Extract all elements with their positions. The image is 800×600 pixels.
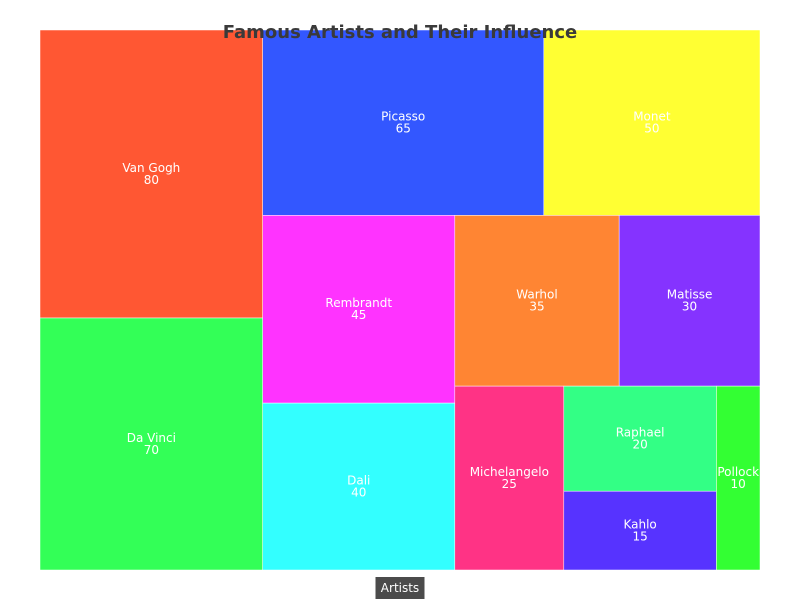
tile-value-michelangelo: 25 [502,477,517,491]
tile-rembrandt[interactable]: Rembrandt45 [262,215,456,404]
tile-warhol[interactable]: Warhol35 [454,215,620,387]
chart-title: Famous Artists and Their Influence [223,22,577,43]
tile-pollock[interactable]: Pollock10 [716,385,761,571]
tile-value-monet: 50 [644,122,659,136]
tile-value-da-vinci: 70 [144,443,159,457]
root-breadcrumb-label: Artists [381,581,419,595]
treemap-tiles: Van Gogh80Da Vinci70 Picasso65Monet50 Remb… [39,29,761,571]
tile-picasso[interactable]: Picasso65 [262,29,545,216]
tile-value-matisse: 30 [682,300,697,314]
tile-value-kahlo: 15 [632,530,647,544]
tile-da-vinci[interactable]: Da Vinci70 [39,317,263,571]
treemap-chart: Van Gogh80Da Vinci70 Picasso65Monet50 Remb… [39,22,761,599]
tile-kahlo[interactable]: Kahlo15 [563,490,717,571]
tile-raphael[interactable]: Raphael20 [563,385,717,492]
tile-value-picasso: 65 [396,122,411,136]
tile-michelangelo[interactable]: Michelangelo25 [454,385,565,571]
tile-value-rembrandt: 45 [351,308,366,322]
tile-value-dali: 40 [351,486,366,500]
tile-dali[interactable]: Dali40 [262,402,456,571]
tile-value-raphael: 20 [632,438,647,452]
root-breadcrumb[interactable]: Artists [375,577,425,599]
tile-matisse[interactable]: Matisse30 [618,215,761,387]
tile-value-van-gogh: 80 [144,173,159,187]
tile-value-warhol: 35 [529,300,544,314]
tile-value-pollock: 10 [731,477,746,491]
tile-van-gogh[interactable]: Van Gogh80 [39,29,263,319]
tile-monet[interactable]: Monet50 [543,29,761,216]
